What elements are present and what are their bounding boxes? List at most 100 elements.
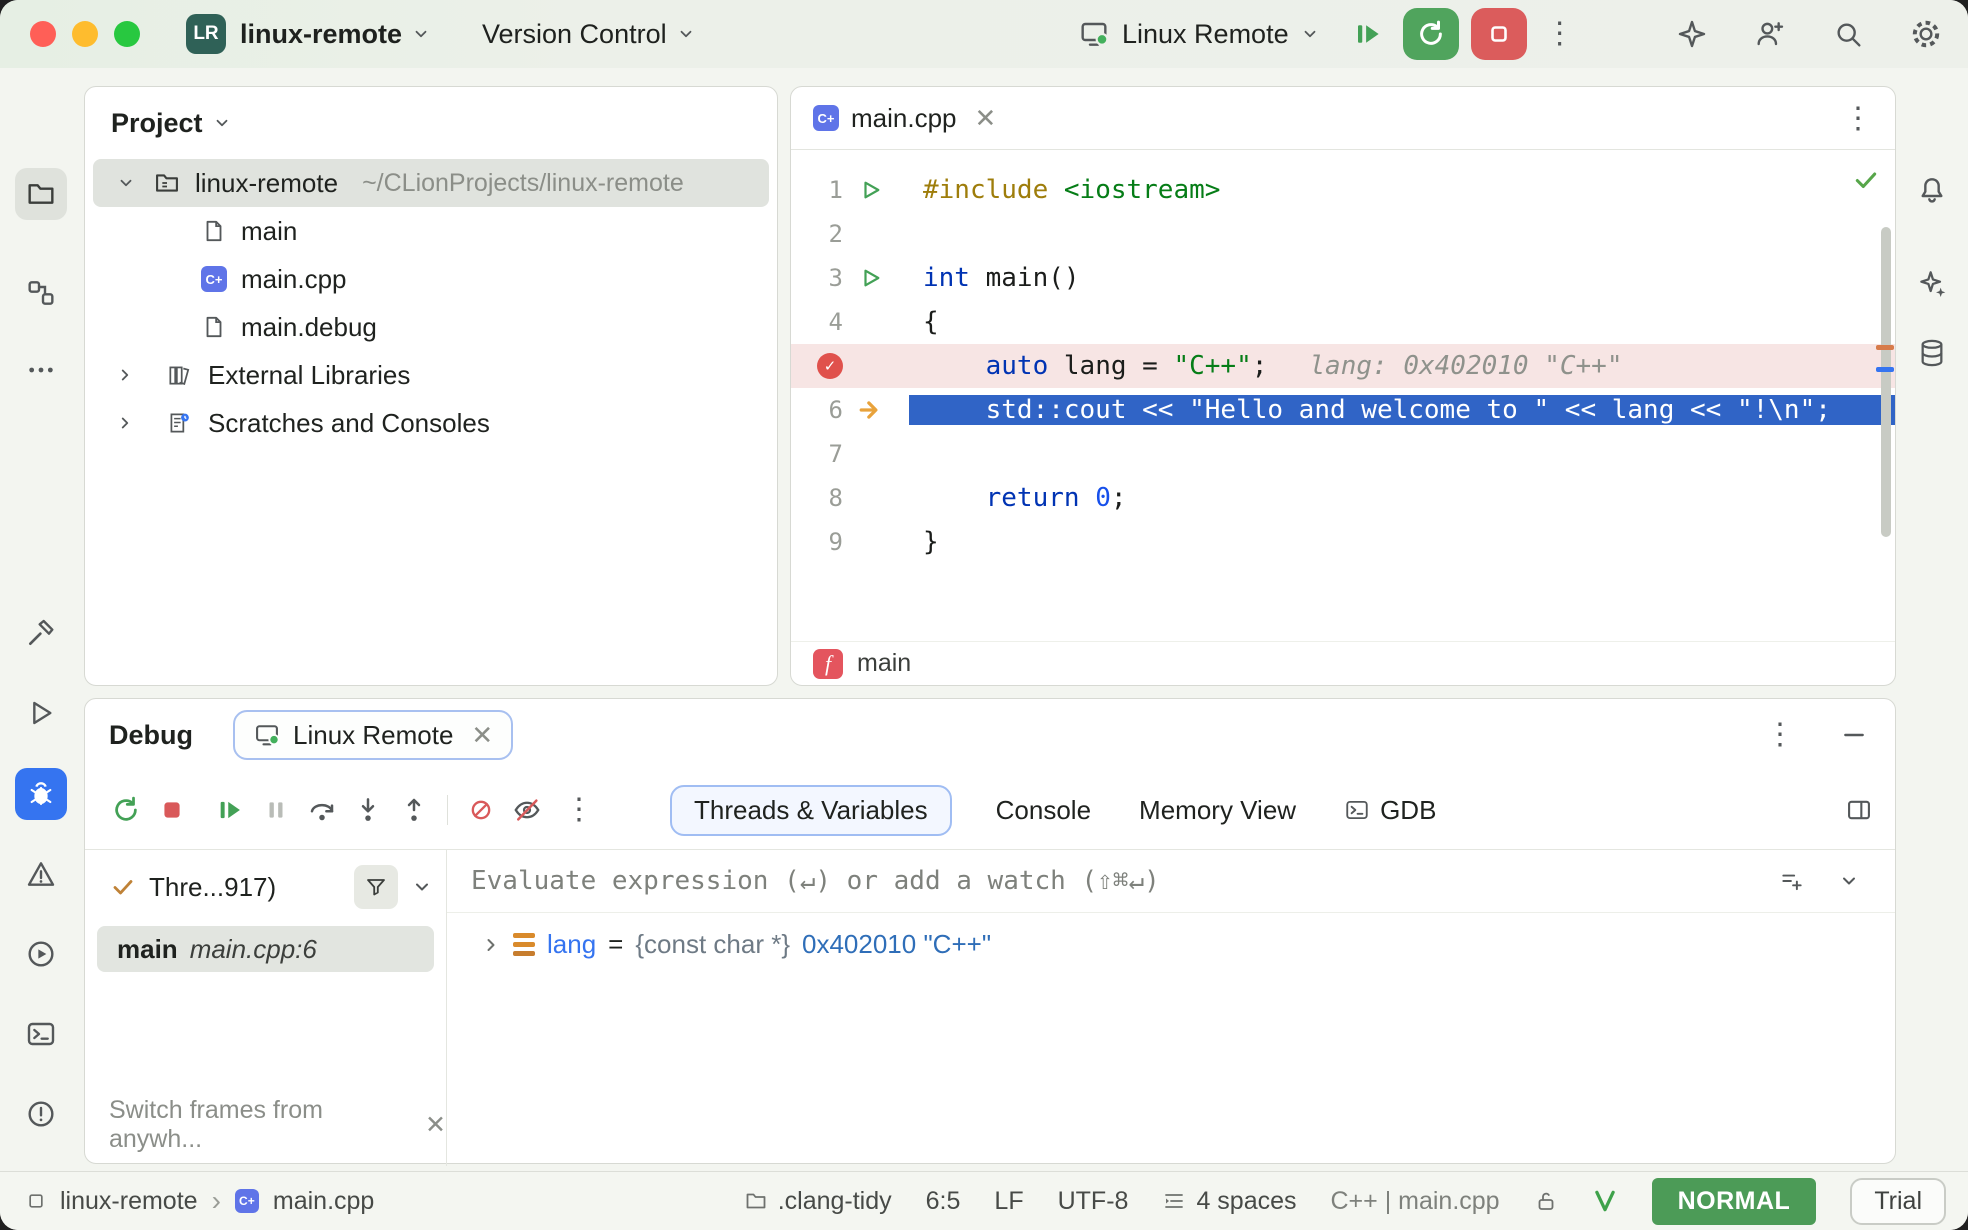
resume-button[interactable] [207,787,253,833]
run-line-icon[interactable] [860,267,882,289]
chevron-down-icon[interactable] [117,174,135,192]
editor-tab-main-cpp[interactable]: C+ main.cpp ✕ [813,103,996,134]
rerun-debug-button[interactable] [103,787,149,833]
debug-options-button[interactable]: ⋮ [1759,720,1801,750]
project-panel-header[interactable]: Project [85,87,777,159]
invite-user-icon[interactable] [1754,18,1786,50]
vim-mode-indicator[interactable]: NORMAL [1652,1178,1817,1225]
chevron-down-icon[interactable] [1839,871,1859,891]
indent-widget[interactable]: 4 spaces [1162,1187,1296,1216]
problems-tool-button[interactable] [15,848,67,900]
search-everywhere-icon[interactable] [1832,18,1864,50]
minimize-window-button[interactable] [72,21,98,47]
status-bar: linux-remote › C+ main.cpp .clang-tidy 6… [0,1171,1968,1230]
stack-frame-row[interactable]: main main.cpp:6 [97,926,434,972]
editor-options-button[interactable]: ⋮ [1843,101,1873,136]
project-tool-button[interactable] [15,168,67,220]
ideavim-icon[interactable] [1592,1188,1618,1214]
inspections-tool-button[interactable] [15,1088,67,1140]
tree-row-scratches[interactable]: Scratches and Consoles [85,399,777,447]
project-menu[interactable]: linux-remote [240,0,430,68]
more-tool-windows-button[interactable] [15,344,67,396]
tree-row-main-cpp[interactable]: C+ main.cpp [85,255,777,303]
step-out-button[interactable] [391,787,437,833]
chevron-right-icon[interactable] [116,414,134,432]
unlock-icon[interactable] [1534,1189,1558,1213]
run-target-selector[interactable]: Linux Remote [1078,18,1319,50]
code-line: 2 [791,212,1895,256]
step-over-button[interactable] [299,787,345,833]
commit-tool-button[interactable] [15,267,67,319]
expand-chevron-icon[interactable] [481,935,501,955]
close-window-button[interactable] [30,21,56,47]
debug-tool-button[interactable] [15,768,67,820]
evaluate-expression-input[interactable] [469,865,1373,897]
dismiss-hint-icon[interactable]: ✕ [425,1110,446,1140]
scratches-icon [166,410,192,436]
terminal-tool-button[interactable] [15,1008,67,1060]
run-line-icon[interactable] [860,179,882,201]
layout-settings-button[interactable] [1845,796,1873,824]
tab-threads-variables[interactable]: Threads & Variables [670,785,952,836]
notifications-button[interactable] [1906,164,1958,216]
stop-button[interactable] [149,787,195,833]
debug-session-tab[interactable]: Linux Remote ✕ [233,710,513,760]
pause-button[interactable] [253,787,299,833]
code-editor[interactable]: 1 #include <iostream> 2 3 int main() 4 {… [791,150,1895,564]
editor-scrollbar[interactable] [1881,227,1891,537]
resume-program-button[interactable] [1345,11,1391,57]
ai-assistant-icon[interactable] [1676,18,1708,50]
step-into-button[interactable] [345,787,391,833]
more-run-actions-button[interactable]: ⋮ [1539,19,1581,49]
tab-memory-view[interactable]: Memory View [1135,787,1300,834]
error-stripe-execution-mark[interactable] [1876,367,1894,372]
hide-inline-values-button[interactable] [504,787,550,833]
filter-frames-button[interactable] [354,865,398,909]
statusbar-project[interactable]: linux-remote [60,1187,198,1216]
hide-panel-icon[interactable] [1841,722,1867,748]
clang-tidy-widget[interactable]: .clang-tidy [744,1187,892,1216]
license-badge[interactable]: Trial [1850,1178,1946,1225]
error-stripe-breakpoint-mark[interactable] [1876,345,1894,350]
ai-assistant-tool-button[interactable] [1906,257,1958,309]
close-session-icon[interactable]: ✕ [471,720,493,751]
database-icon [1916,337,1948,369]
stop-program-button[interactable] [1471,8,1527,60]
inspections-status-icon[interactable] [1853,167,1879,193]
tree-row-main-debug[interactable]: main.debug [85,303,777,351]
debug-view-tabs: Threads & Variables Console Memory View … [670,785,1440,836]
play-icon [25,697,57,729]
tab-console[interactable]: Console [992,787,1095,834]
tree-row-project-root[interactable]: linux-remote ~/CLionProjects/linux-remot… [93,159,769,207]
database-tool-button[interactable] [1906,327,1958,379]
statusbar-file[interactable]: main.cpp [273,1187,374,1216]
run-tool-button[interactable] [15,687,67,739]
chevron-down-icon[interactable] [412,877,432,897]
funnel-icon [364,875,388,899]
breadcrumb-scope[interactable]: main [857,649,911,678]
rerun-debug-button[interactable] [1403,8,1459,60]
tree-row-main[interactable]: main [85,207,777,255]
tab-gdb[interactable]: GDB [1340,787,1440,834]
caret-position-widget[interactable]: 6:5 [926,1187,961,1216]
project-badge[interactable]: LR [186,14,226,54]
line-separator-widget[interactable]: LF [994,1187,1023,1216]
close-tab-icon[interactable]: ✕ [975,103,997,134]
version-control-menu[interactable]: Version Control [482,0,695,68]
zoom-window-button[interactable] [114,21,140,47]
chevron-right-icon[interactable] [116,366,134,384]
encoding-widget[interactable]: UTF-8 [1058,1187,1129,1216]
tree-row-external-libraries[interactable]: External Libraries [85,351,777,399]
indent-icon [1162,1189,1186,1213]
mute-breakpoints-button[interactable] [458,787,504,833]
settings-gear-icon[interactable] [1910,18,1942,50]
debug-toolbar-more-button[interactable]: ⋮ [558,795,600,825]
file-type-widget[interactable]: C++ | main.cpp [1331,1187,1500,1216]
services-tool-button[interactable] [15,928,67,980]
variable-row[interactable]: lang = {const char *} 0x402010 "C++" [481,929,1895,960]
editor-breadcrumbs: f main [791,641,1895,685]
thread-selector[interactable]: Thre...917) [111,862,432,912]
breakpoint-icon[interactable]: ✓ [817,353,843,379]
add-watch-icon[interactable] [1779,868,1805,894]
build-tool-button[interactable] [15,607,67,659]
